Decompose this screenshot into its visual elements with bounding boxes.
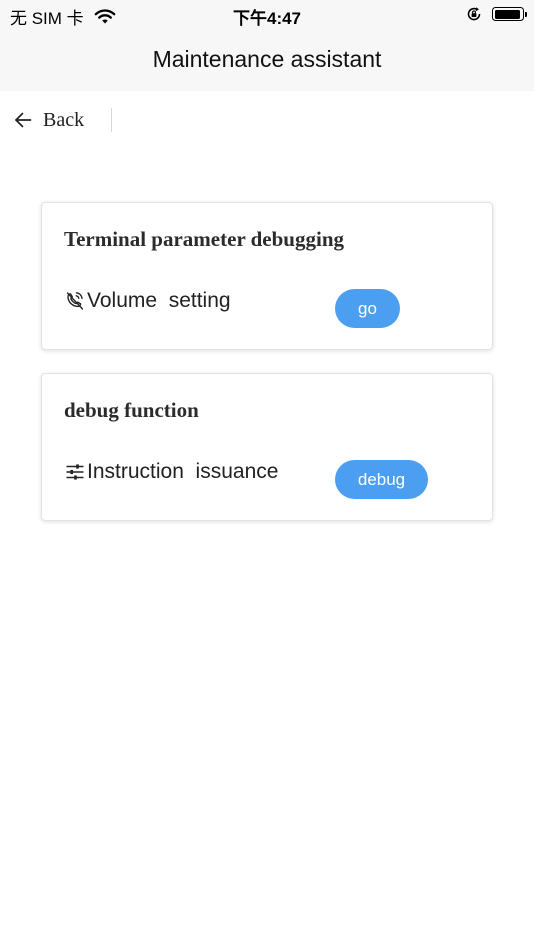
card-title: Terminal parameter debugging: [64, 227, 345, 251]
card-title: debug function: [64, 398, 199, 422]
status-bar: 无 SIM 卡 下午4:47: [0, 0, 534, 30]
instruction-issuance-row: Instruction issuance: [64, 460, 278, 484]
volume-setting-row: Volume setting: [64, 289, 231, 313]
nav-header: Maintenance assistant: [0, 30, 534, 91]
status-right: [466, 6, 527, 22]
phone-volume-icon: [66, 292, 84, 310]
volume-setting-label: Volume setting: [87, 289, 231, 312]
page-title: Maintenance assistant: [152, 46, 382, 72]
back-button[interactable]: Back: [13, 106, 84, 134]
go-button[interactable]: go: [335, 289, 400, 328]
card-debug-function: debug function Instruction issuance debu…: [41, 373, 493, 521]
instruction-issuance-label: Instruction issuance: [87, 460, 279, 483]
card-terminal-parameter-debugging: Terminal parameter debugging Volume sett…: [41, 202, 493, 350]
rotation-lock-icon: [467, 7, 481, 21]
back-label: Back: [43, 108, 85, 131]
status-time: 下午4:47: [232, 9, 302, 28]
nav-divider: [111, 108, 112, 132]
arrow-left-icon: [15, 112, 32, 128]
sliders-icon: [66, 464, 84, 480]
debug-button[interactable]: debug: [335, 460, 428, 499]
battery-icon: [492, 7, 527, 21]
